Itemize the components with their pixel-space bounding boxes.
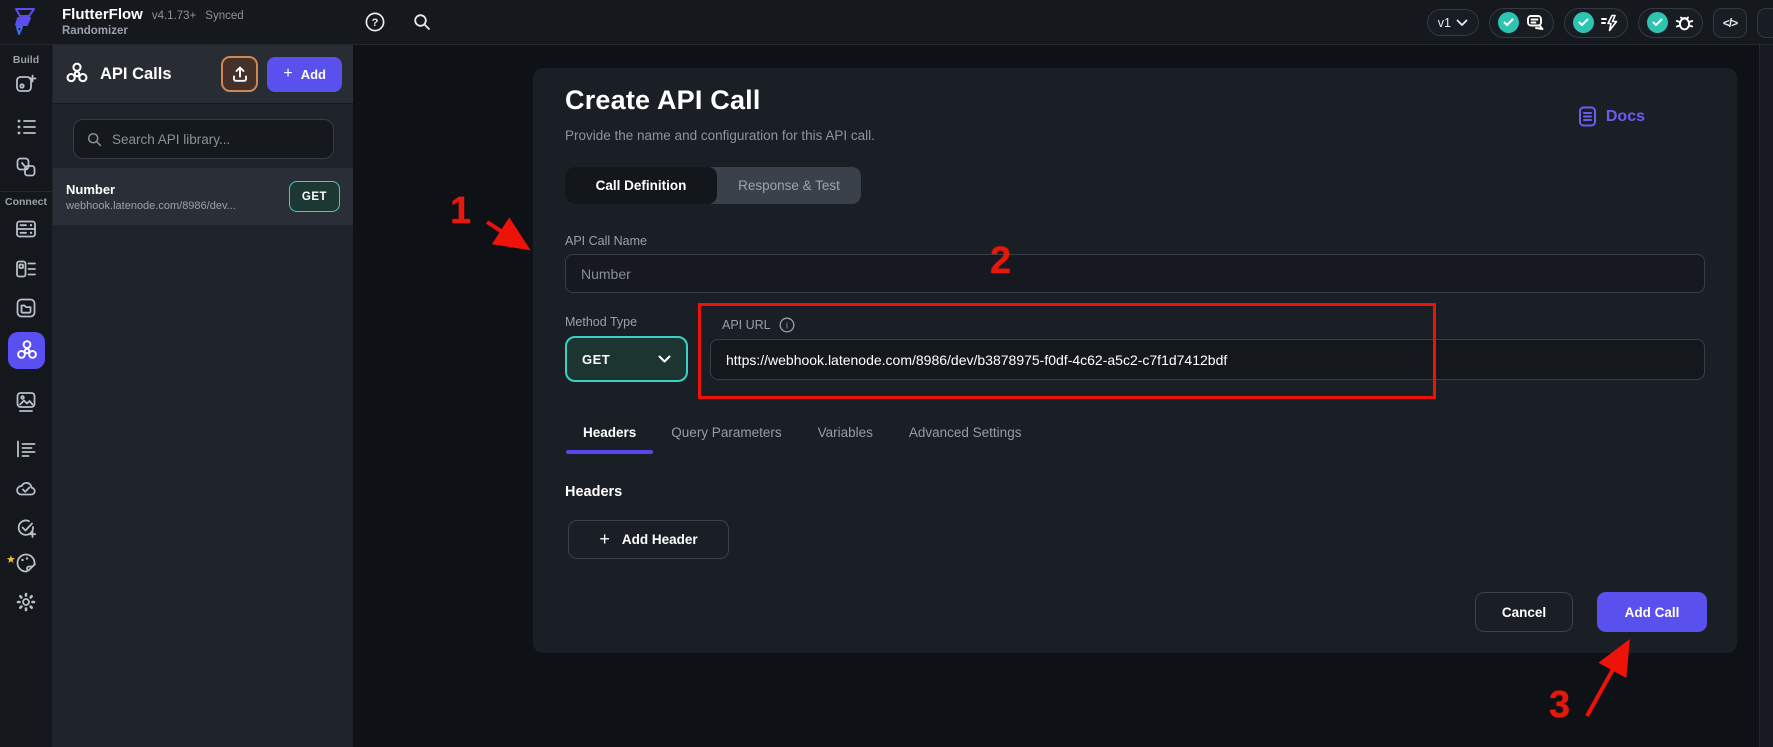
docs-icon	[1578, 106, 1596, 127]
add-header-label: Add Header	[621, 532, 698, 547]
topbar-right-controls: v1 </>	[1426, 0, 1773, 45]
review-status-pill[interactable]	[1489, 7, 1554, 38]
svg-text:?: ?	[371, 17, 378, 29]
star-badge-icon: ★	[6, 554, 16, 566]
sidebar-item-media-assets[interactable]	[14, 390, 38, 414]
nav-sidebar: Build Connect ★	[0, 45, 53, 747]
sidebar-item-data-types[interactable]	[14, 257, 38, 281]
tab-headers[interactable]: Headers	[566, 417, 654, 454]
topbar-partial-button[interactable]	[1757, 7, 1773, 38]
method-type-label: Method Type	[565, 315, 638, 329]
api-fan-icon	[16, 339, 37, 359]
sidebar-item-app-assets[interactable]	[14, 296, 38, 320]
search-icon[interactable]	[412, 12, 432, 32]
check-icon	[1498, 12, 1519, 33]
api-calls-panel: API Calls + Add Number webhook.latenode.…	[53, 45, 353, 747]
app-name: FlutterFlow	[62, 5, 143, 23]
sidebar-item-page-structure[interactable]	[14, 115, 38, 139]
sidebar-item-app-details[interactable]	[14, 437, 38, 461]
check-icon	[1573, 12, 1594, 33]
api-url-label-row: API URL i	[722, 317, 795, 333]
add-api-call-button[interactable]: + Add	[267, 56, 342, 92]
flutterflow-logo-icon[interactable]	[10, 6, 40, 38]
bug-icon	[1675, 16, 1694, 31]
annotation-arrow-1	[485, 217, 531, 251]
sync-status: Synced	[205, 9, 244, 22]
code-icon: </>	[1722, 15, 1738, 30]
sidebar-item-database[interactable]	[14, 217, 38, 241]
connect-section-label: Connect	[5, 196, 47, 208]
method-type-value: GET	[582, 351, 611, 367]
api-url-label: API URL	[722, 318, 771, 332]
sidebar-item-cloud-functions[interactable]	[14, 477, 38, 501]
build-section-label: Build	[12, 54, 40, 66]
api-list-item[interactable]: Number webhook.latenode.com/8986/dev... …	[53, 168, 353, 225]
import-api-button[interactable]	[221, 56, 259, 92]
sidebar-item-widgets[interactable]	[14, 71, 38, 95]
plus-icon: +	[283, 65, 293, 82]
annotation-arrow-3	[1585, 639, 1630, 717]
tab-response-test[interactable]: Response & Test	[717, 167, 861, 204]
code-view-button[interactable]: </>	[1713, 7, 1747, 38]
search-icon	[87, 132, 102, 146]
tab-advanced-settings[interactable]: Advanced Settings	[891, 417, 1040, 454]
branch-label: v1	[1437, 15, 1451, 30]
api-calls-panel-header: API Calls + Add	[53, 45, 353, 104]
api-call-name-input[interactable]	[565, 254, 1705, 293]
project-name: Randomizer	[62, 25, 128, 38]
sidebar-divider	[0, 191, 53, 192]
sidebar-item-theme[interactable]	[14, 551, 38, 575]
plus-icon: +	[599, 529, 610, 549]
definition-tab-switch: Call Definition Response & Test	[565, 167, 861, 204]
api-call-name-label: API Call Name	[565, 234, 647, 248]
docs-link[interactable]: Docs	[1578, 106, 1645, 127]
panel-title: API Calls	[100, 64, 172, 83]
add-header-button[interactable]: + Add Header	[568, 520, 729, 559]
docs-label: Docs	[1605, 107, 1645, 125]
tab-variables[interactable]: Variables	[800, 417, 891, 454]
config-tabs: Headers Query Parameters Variables Advan…	[565, 417, 1039, 454]
debug-status-pill[interactable]	[1638, 7, 1703, 38]
annotation-step-3: 3	[1549, 684, 1571, 726]
info-glyph: i	[786, 320, 788, 330]
api-fan-icon	[66, 62, 88, 83]
sidebar-item-api-calls[interactable]	[8, 332, 45, 369]
tab-query-parameters[interactable]: Query Parameters	[653, 417, 799, 454]
annotation-step-2: 2	[990, 240, 1012, 282]
info-icon[interactable]: i	[779, 317, 795, 333]
sidebar-item-components[interactable]	[14, 155, 38, 179]
headers-section-title: Headers	[565, 484, 623, 500]
method-badge: GET	[289, 181, 340, 212]
sidebar-item-tests[interactable]	[14, 516, 38, 540]
actions-status-pill[interactable]	[1564, 7, 1628, 38]
method-type-select[interactable]: GET	[565, 336, 688, 382]
api-search-box[interactable]	[73, 119, 334, 159]
add-call-button[interactable]: Add Call	[1597, 592, 1707, 632]
dialog-title: Create API Call	[565, 85, 761, 115]
sidebar-item-settings[interactable]	[14, 590, 38, 614]
comments-icon	[1527, 14, 1544, 30]
project-title-block: FlutterFlow v4.1.73+ Synced Randomizer	[62, 6, 244, 38]
chevron-down-icon	[1456, 19, 1468, 26]
top-bar: FlutterFlow v4.1.73+ Synced Randomizer ?…	[0, 0, 1773, 45]
add-button-label: Add	[300, 66, 326, 82]
api-item-url: webhook.latenode.com/8986/dev...	[66, 199, 236, 212]
api-item-name: Number	[66, 181, 116, 197]
help-icon[interactable]: ?	[364, 11, 386, 33]
branch-selector[interactable]: v1	[1426, 9, 1479, 36]
version-label: v4.1.73+	[151, 9, 197, 22]
lightning-icon	[1601, 14, 1618, 31]
create-api-call-dialog: Create API Call Provide the name and con…	[533, 68, 1737, 653]
api-url-input[interactable]	[710, 339, 1705, 380]
annotation-step-1: 1	[450, 190, 472, 232]
dialog-subtitle: Provide the name and configuration for t…	[565, 128, 875, 143]
right-edge-strip	[1759, 45, 1773, 747]
upload-icon	[232, 66, 247, 82]
api-search-input[interactable]	[112, 131, 321, 147]
chevron-down-icon	[658, 355, 671, 362]
cancel-button[interactable]: Cancel	[1475, 592, 1573, 632]
tab-call-definition[interactable]: Call Definition	[565, 167, 717, 204]
check-icon	[1647, 12, 1668, 33]
